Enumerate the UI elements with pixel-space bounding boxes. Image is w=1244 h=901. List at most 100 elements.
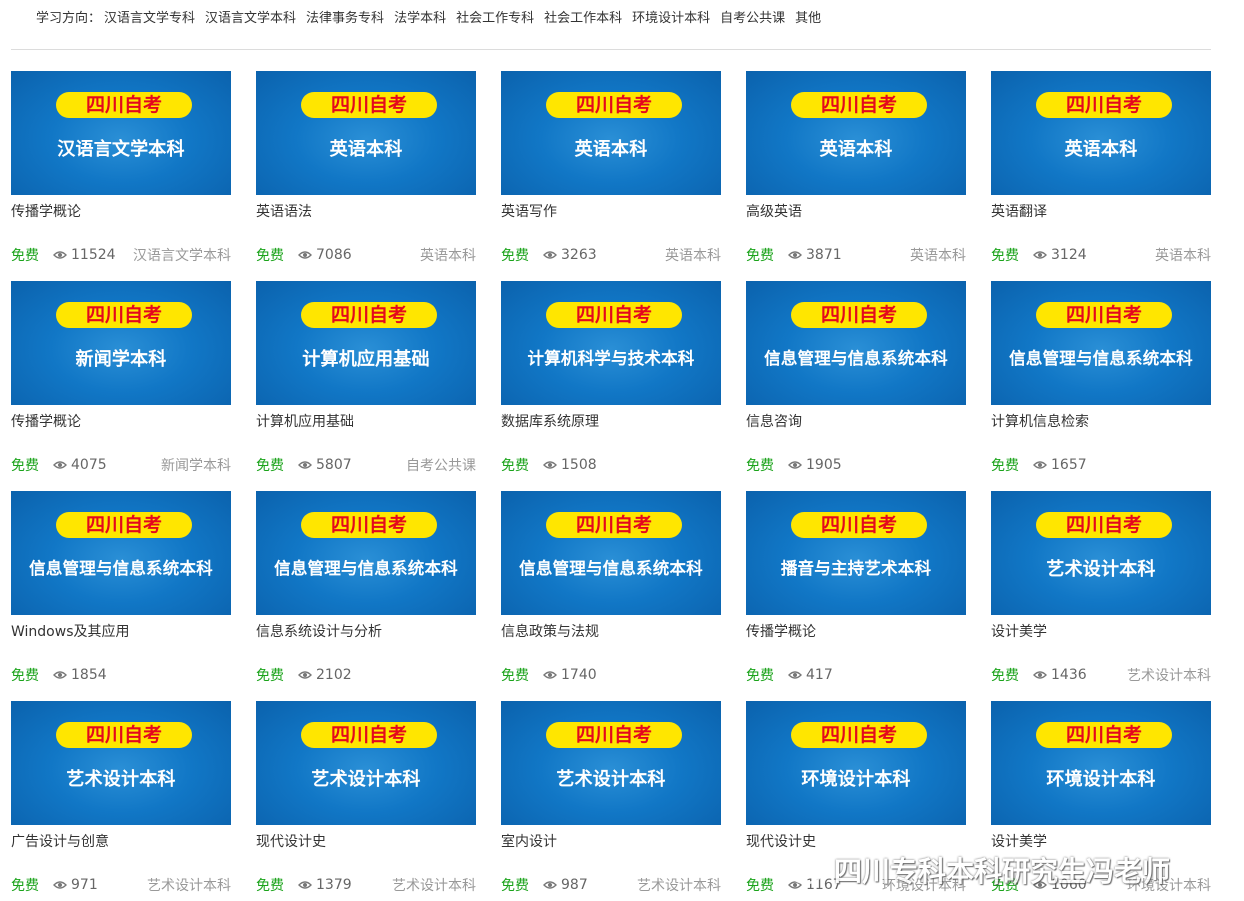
course-title[interactable]: 计算机信息检索 <box>991 411 1089 431</box>
course-title[interactable]: 传播学概论 <box>11 411 81 431</box>
course-thumbnail[interactable]: 四川自考 英语本科 <box>501 71 721 195</box>
course-thumbnail[interactable]: 四川自考 播音与主持艺术本科 <box>746 491 966 615</box>
course-card[interactable]: 四川自考 计算机应用基础 计算机应用基础 免费 5807 自考公共课 <box>256 281 476 481</box>
course-card[interactable]: 四川自考 艺术设计本科 室内设计 免费 987 艺术设计本科 <box>501 701 721 901</box>
course-title[interactable]: 信息政策与法规 <box>501 621 599 641</box>
thumbnail-subject: 英语本科 <box>1064 139 1138 160</box>
course-title[interactable]: 英语写作 <box>501 201 557 221</box>
filter-item[interactable]: 自考公共课 <box>720 7 785 26</box>
course-card[interactable]: 四川自考 播音与主持艺术本科 传播学概论 免费 417 <box>746 491 966 691</box>
course-title[interactable]: 数据库系统原理 <box>501 411 599 431</box>
course-card[interactable]: 四川自考 艺术设计本科 现代设计史 免费 1379 艺术设计本科 <box>256 701 476 901</box>
view-count: 1379 <box>316 877 352 893</box>
course-card[interactable]: 四川自考 艺术设计本科 设计美学 免费 1436 艺术设计本科 <box>991 491 1211 691</box>
course-card[interactable]: 四川自考 计算机科学与技术本科 数据库系统原理 免费 1508 <box>501 281 721 481</box>
course-meta: 免费 987 艺术设计本科 <box>501 875 721 895</box>
course-thumbnail[interactable]: 四川自考 信息管理与信息系统本科 <box>11 491 231 615</box>
course-card[interactable]: 四川自考 英语本科高级英语免费 3871 英语本科 <box>746 71 966 271</box>
course-title[interactable]: 设计美学 <box>991 831 1047 851</box>
course-thumbnail[interactable]: 四川自考 计算机应用基础 <box>256 281 476 405</box>
view-count: 1657 <box>1051 457 1087 473</box>
thumbnail-banner: 四川自考 <box>546 512 682 538</box>
category-label[interactable]: 艺术设计本科 <box>392 875 476 895</box>
category-label[interactable]: 英语本科 <box>665 245 721 265</box>
course-title[interactable]: 高级英语 <box>746 201 802 221</box>
filter-item[interactable]: 环境设计本科 <box>632 7 710 26</box>
course-thumbnail[interactable]: 四川自考 汉语言文学本科 <box>11 71 231 195</box>
course-title[interactable]: 现代设计史 <box>746 831 816 851</box>
filter-item[interactable]: 法律事务专科 <box>306 7 384 26</box>
eye-icon <box>788 671 802 679</box>
course-card[interactable]: 四川自考 信息管理与信息系统本科 信息咨询 免费 1905 <box>746 281 966 481</box>
course-thumbnail[interactable]: 四川自考 环境设计本科 <box>746 701 966 825</box>
course-title[interactable]: 英语语法 <box>256 201 312 221</box>
course-card[interactable]: 四川自考 英语本科英语翻译免费 3124 英语本科 <box>991 71 1211 271</box>
course-title[interactable]: 信息系统设计与分析 <box>256 621 382 641</box>
category-label[interactable]: 艺术设计本科 <box>147 875 231 895</box>
thumbnail-subject: 计算机科学与技术本科 <box>527 349 695 368</box>
course-meta: 免费 1379 艺术设计本科 <box>256 875 476 895</box>
filter-item[interactable]: 其他 <box>795 7 821 26</box>
category-label[interactable]: 英语本科 <box>420 245 476 265</box>
course-meta: 免费 971 艺术设计本科 <box>11 875 231 895</box>
course-card[interactable]: 四川自考 汉语言文学本科传播学概论免费 11524 汉语言文学本科 <box>11 71 231 271</box>
course-title[interactable]: 现代设计史 <box>256 831 326 851</box>
course-card[interactable]: 四川自考 英语本科 英语写作 免费 3263 英语本科 <box>501 71 721 271</box>
course-thumbnail[interactable]: 四川自考 英语本科 <box>256 71 476 195</box>
course-meta: 免费 3124 英语本科 <box>991 245 1211 265</box>
category-label[interactable]: 英语本科 <box>910 245 966 265</box>
free-badge: 免费 <box>256 248 284 264</box>
course-card[interactable]: 四川自考 信息管理与信息系统本科 信息系统设计与分析 免费 2102 <box>256 491 476 691</box>
thumbnail-banner: 四川自考 <box>56 512 192 538</box>
course-thumbnail[interactable]: 四川自考 艺术设计本科 <box>256 701 476 825</box>
view-count: 3263 <box>561 247 597 263</box>
course-thumbnail[interactable]: 四川自考 信息管理与信息系统本科 <box>256 491 476 615</box>
category-label[interactable]: 艺术设计本科 <box>637 875 721 895</box>
course-card[interactable]: 四川自考 艺术设计本科广告设计与创意免费 971 艺术设计本科 <box>11 701 231 901</box>
course-thumbnail[interactable]: 四川自考 英语本科 <box>746 71 966 195</box>
course-title[interactable]: 室内设计 <box>501 831 557 851</box>
course-card[interactable]: 四川自考 新闻学本科 传播学概论 免费 4075 新闻学本科 <box>11 281 231 481</box>
course-title[interactable]: 英语翻译 <box>991 201 1047 221</box>
category-label[interactable]: 艺术设计本科 <box>1127 665 1211 685</box>
course-thumbnail[interactable]: 四川自考 艺术设计本科 <box>991 491 1211 615</box>
course-thumbnail[interactable]: 四川自考 艺术设计本科 <box>501 701 721 825</box>
course-thumbnail[interactable]: 四川自考 计算机科学与技术本科 <box>501 281 721 405</box>
filter-item[interactable]: 法学本科 <box>394 7 446 26</box>
course-thumbnail[interactable]: 四川自考 环境设计本科 <box>991 701 1211 825</box>
study-direction-filter: 学习方向： 汉语言文学专科 汉语言文学本科 法律事务专科 法学本科 社会工作专科… <box>36 6 831 26</box>
course-thumbnail[interactable]: 四川自考 信息管理与信息系统本科 <box>991 281 1211 405</box>
course-thumbnail[interactable]: 四川自考 英语本科 <box>991 71 1211 195</box>
weibo-watermark: 四川专科本科研究生冯老师 <box>788 850 1170 890</box>
filter-item[interactable]: 汉语言文学专科 <box>104 7 195 26</box>
course-card[interactable]: 四川自考 信息管理与信息系统本科计算机信息检索免费 1657 <box>991 281 1211 481</box>
category-label[interactable]: 自考公共课 <box>406 455 476 475</box>
course-title[interactable]: Windows及其应用 <box>11 621 130 641</box>
category-label[interactable]: 新闻学本科 <box>161 455 231 475</box>
course-thumbnail[interactable]: 四川自考 信息管理与信息系统本科 <box>746 281 966 405</box>
category-label[interactable]: 汉语言文学本科 <box>133 245 231 265</box>
course-title[interactable]: 传播学概论 <box>11 201 81 221</box>
course-title[interactable]: 计算机应用基础 <box>256 411 354 431</box>
course-thumbnail[interactable]: 四川自考 信息管理与信息系统本科 <box>501 491 721 615</box>
eye-icon <box>543 461 557 469</box>
course-title[interactable]: 设计美学 <box>991 621 1047 641</box>
view-count: 987 <box>561 877 588 893</box>
free-badge: 免费 <box>256 668 284 684</box>
course-card[interactable]: 四川自考 信息管理与信息系统本科 Windows及其应用 免费 1854 <box>11 491 231 691</box>
course-card[interactable]: 四川自考 信息管理与信息系统本科 信息政策与法规 免费 1740 <box>501 491 721 691</box>
course-meta: 免费 3871 英语本科 <box>746 245 966 265</box>
course-meta: 免费 11524 汉语言文学本科 <box>11 245 231 265</box>
course-meta: 免费 1657 <box>991 455 1211 475</box>
filter-item[interactable]: 社会工作专科 <box>456 7 534 26</box>
course-title[interactable]: 广告设计与创意 <box>11 831 109 851</box>
course-thumbnail[interactable]: 四川自考 艺术设计本科 <box>11 701 231 825</box>
course-title[interactable]: 传播学概论 <box>746 621 816 641</box>
course-title[interactable]: 信息咨询 <box>746 411 802 431</box>
course-card[interactable]: 四川自考 英语本科 英语语法 免费 7086 英语本科 <box>256 71 476 271</box>
filter-item[interactable]: 汉语言文学本科 <box>205 7 296 26</box>
filter-item[interactable]: 社会工作本科 <box>544 7 622 26</box>
course-thumbnail[interactable]: 四川自考 新闻学本科 <box>11 281 231 405</box>
thumbnail-subject: 环境设计本科 <box>1046 769 1156 790</box>
category-label[interactable]: 英语本科 <box>1155 245 1211 265</box>
